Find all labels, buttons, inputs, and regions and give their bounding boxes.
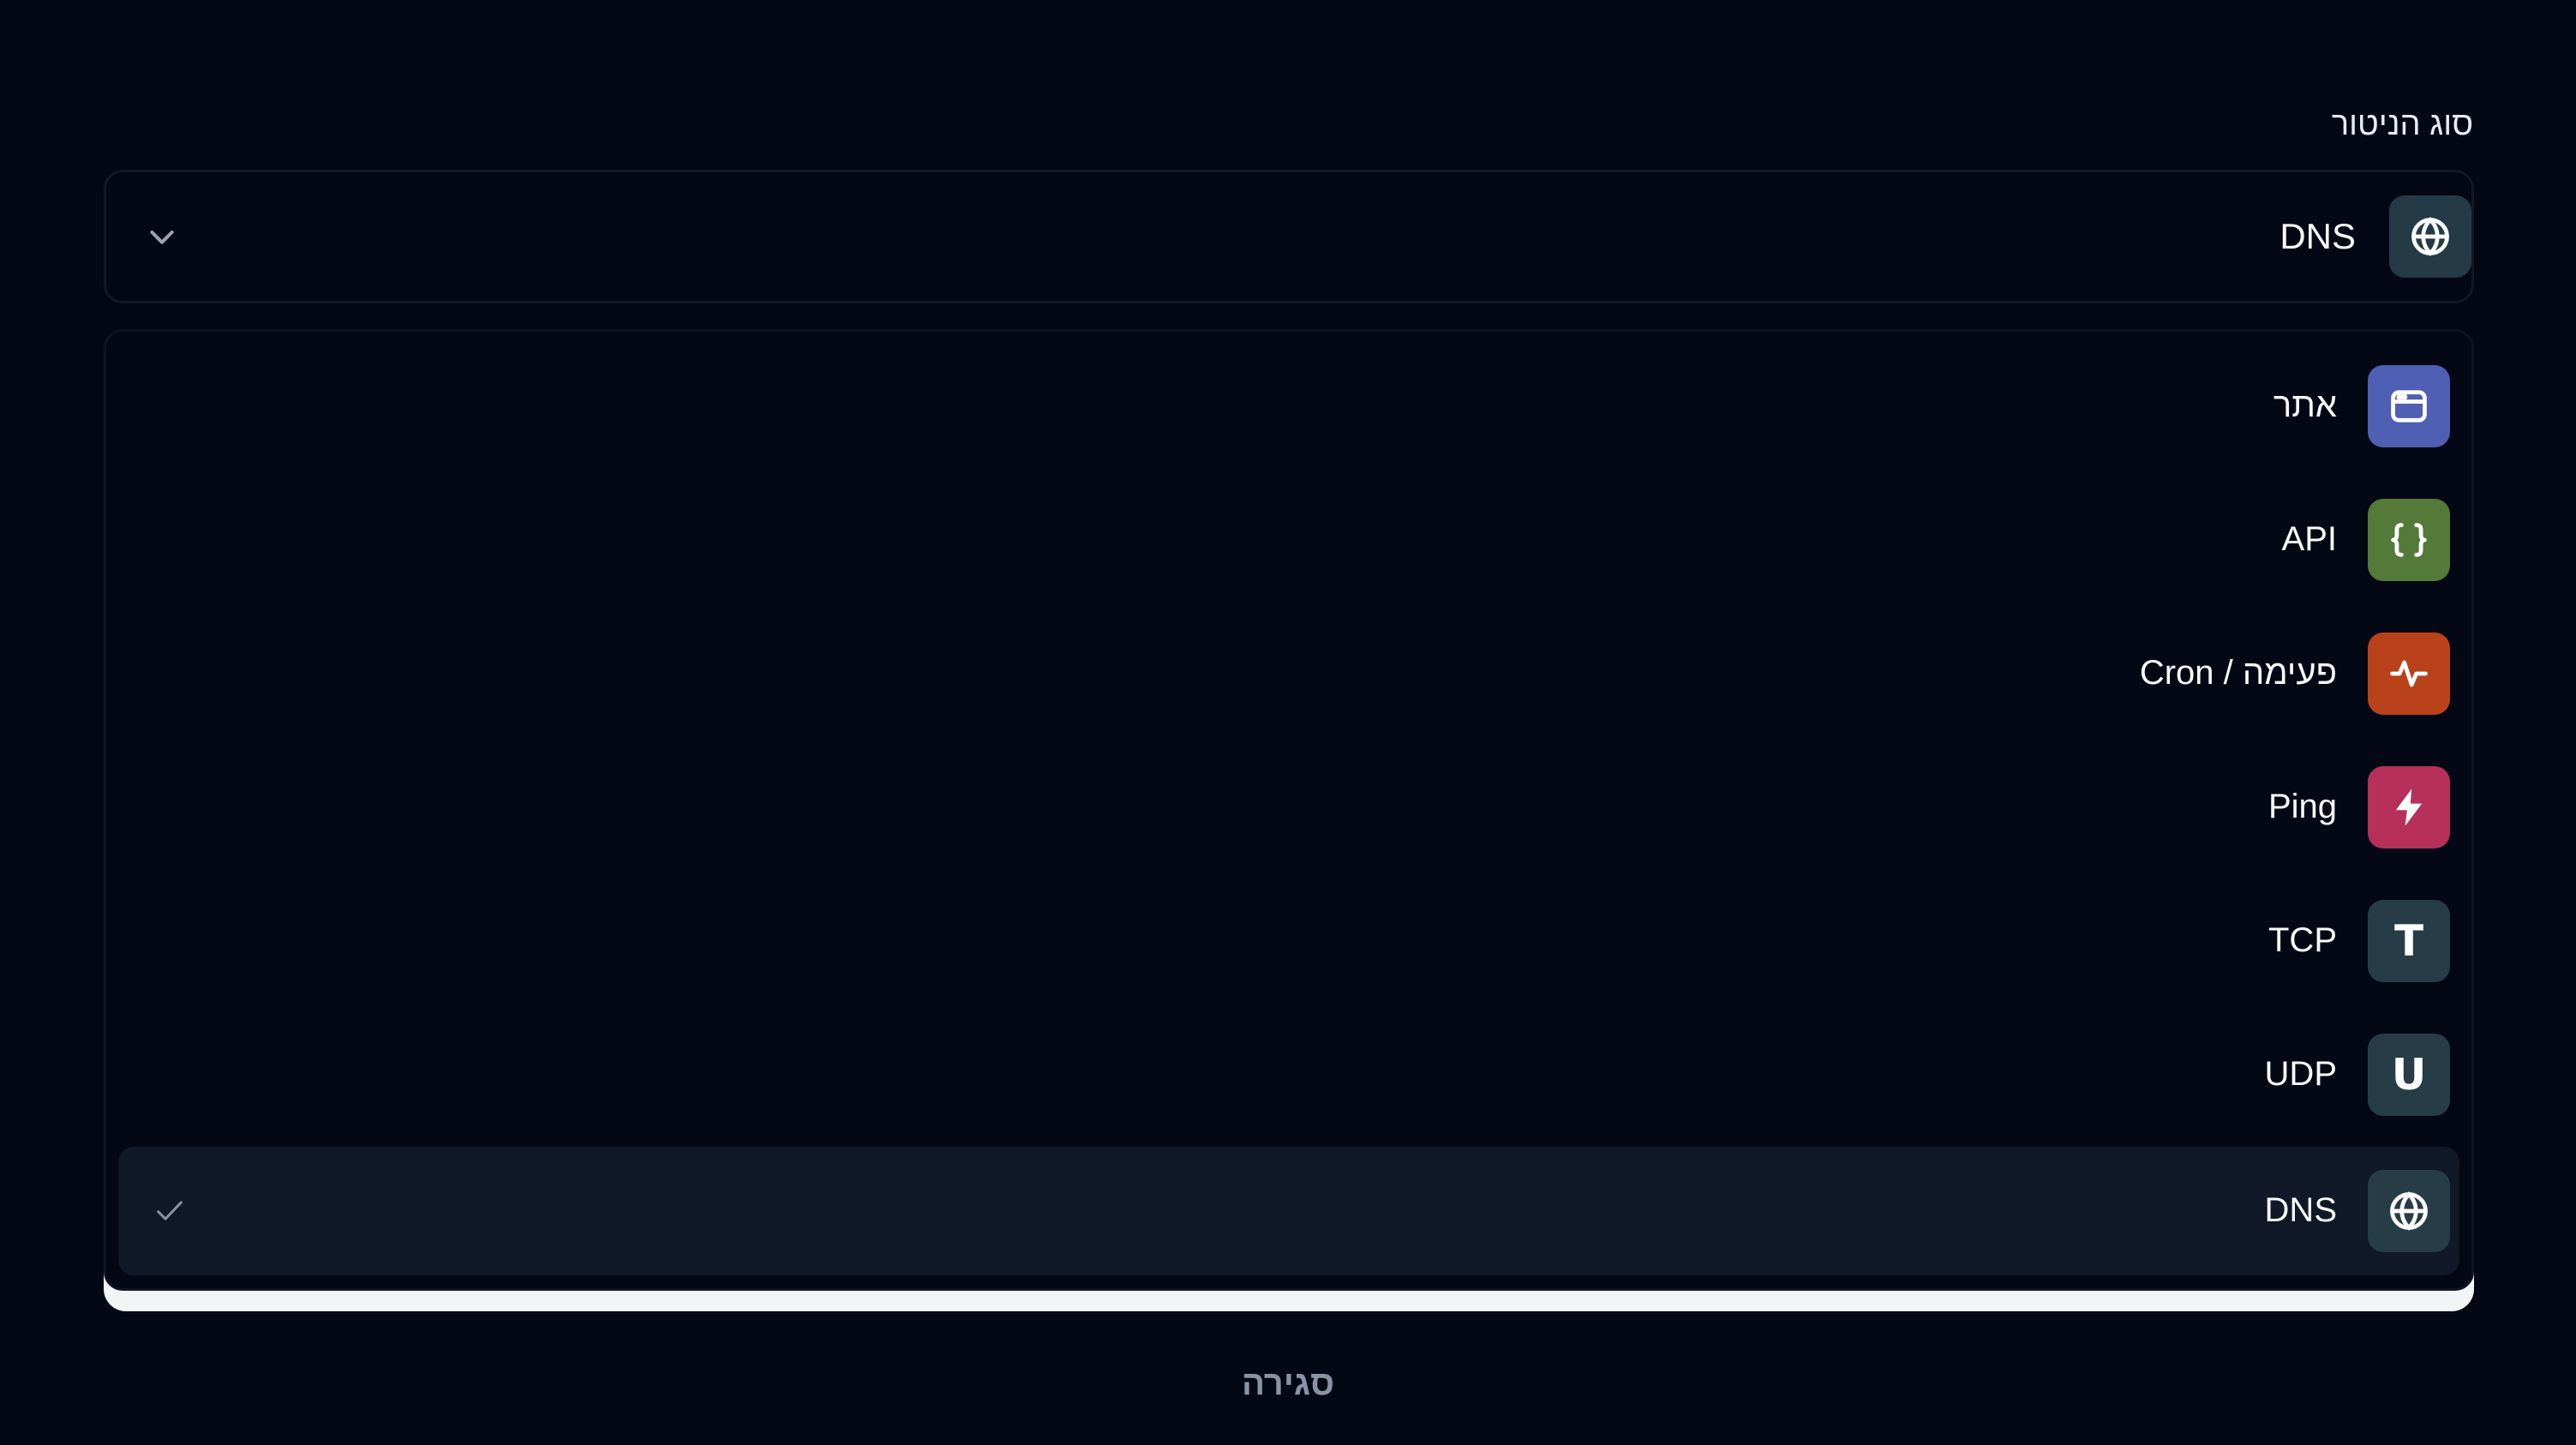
- option-dns[interactable]: DNS: [118, 1147, 2459, 1275]
- option-label: DNS: [2264, 1191, 2337, 1229]
- globe-icon: [2389, 195, 2471, 278]
- option-udp[interactable]: U UDP: [118, 1034, 2450, 1116]
- option-label: Cron / פעימה: [2139, 654, 2337, 692]
- monitor-type-label: סוג הניטור: [2331, 106, 2473, 142]
- option-ping[interactable]: Ping: [118, 766, 2450, 848]
- lightning-icon: [2368, 766, 2450, 848]
- option-label: TCP: [2268, 921, 2337, 959]
- option-label: UDP: [2264, 1055, 2337, 1093]
- option-tcp[interactable]: T TCP: [118, 900, 2450, 982]
- monitor-type-options-list: אתר API Cron / פעימה Ping T TCP U UDP DN…: [104, 329, 2474, 1291]
- braces-icon: [2368, 499, 2450, 581]
- option-api[interactable]: API: [118, 499, 2450, 581]
- option-label: API: [2281, 520, 2337, 558]
- option-label: אתר: [2273, 387, 2337, 424]
- check-icon: [157, 1201, 183, 1220]
- monitor-type-sheet: סוג הניטור DNS אתר API Cron / פעימה Ping…: [0, 0, 2576, 1445]
- close-button[interactable]: סגירה: [0, 1364, 2576, 1403]
- letter-u-icon: U: [2368, 1034, 2450, 1116]
- globe-icon: [2368, 1170, 2450, 1252]
- monitor-type-select[interactable]: DNS: [104, 170, 2474, 303]
- browser-window-icon: [2368, 365, 2450, 447]
- chevron-down-icon: [150, 231, 174, 244]
- option-label: Ping: [2267, 788, 2337, 825]
- option-website[interactable]: אתר: [118, 365, 2450, 447]
- selected-value: DNS: [2279, 216, 2356, 256]
- heartbeat-icon: [2368, 633, 2450, 715]
- letter-t-icon: T: [2368, 900, 2450, 982]
- option-cron-heartbeat[interactable]: Cron / פעימה: [118, 633, 2450, 715]
